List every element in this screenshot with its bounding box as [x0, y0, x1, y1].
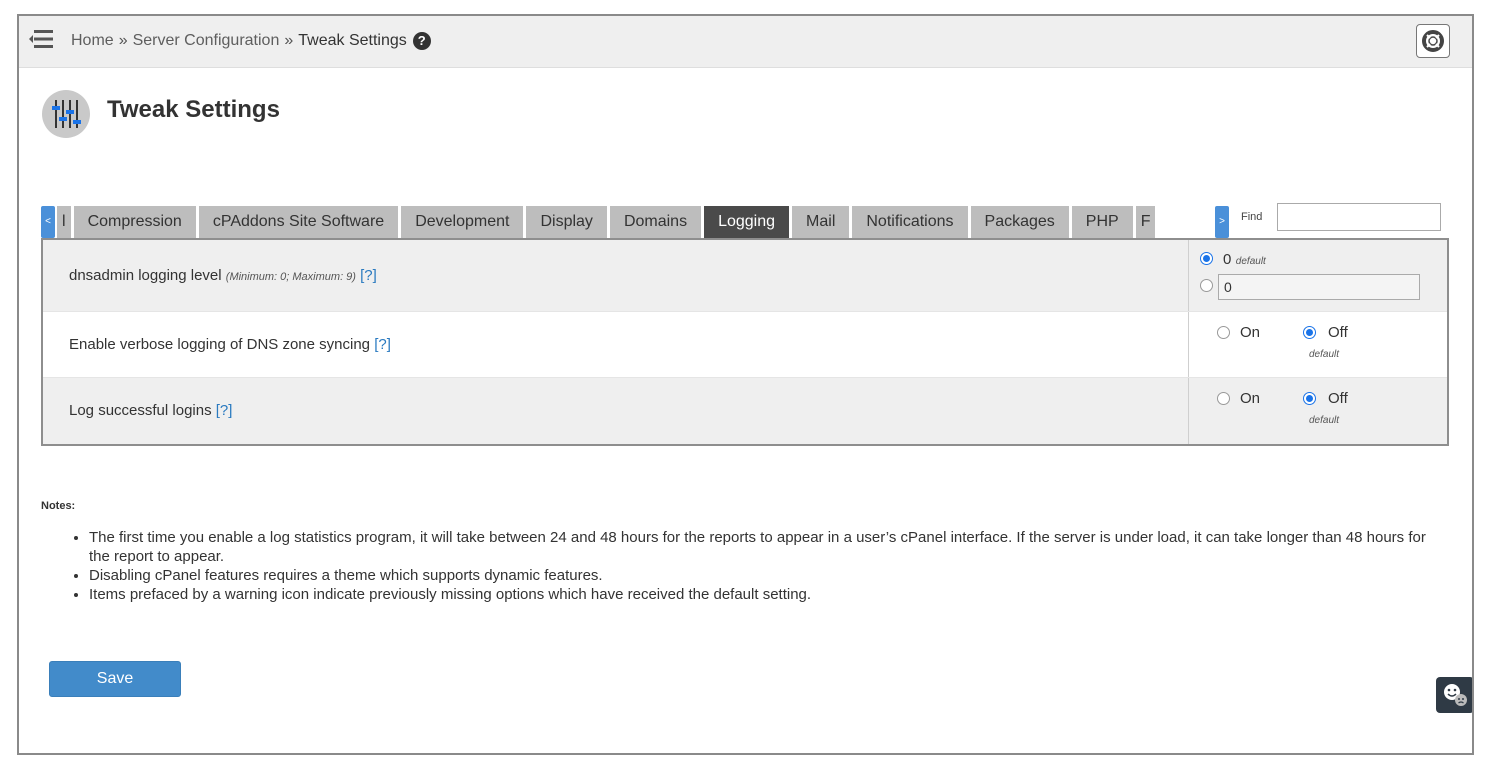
setting-label: Enable verbose logging of DNS zone synci…	[69, 336, 391, 353]
tab-scroll-right-button[interactable]: >	[1215, 206, 1229, 238]
breadcrumb-server-configuration-link[interactable]: Server Configuration	[133, 32, 280, 50]
tab-scroll-left-button[interactable]: <	[41, 206, 55, 238]
setting-help-link[interactable]: [?]	[374, 336, 391, 353]
setting-label: dnsadmin logging level (Minimum: 0; Maxi…	[69, 267, 377, 284]
default-tag: default	[1309, 415, 1340, 426]
default-value-label: 0	[1223, 251, 1232, 268]
off-label: Off	[1328, 324, 1348, 341]
save-button[interactable]: Save	[49, 661, 181, 697]
support-button[interactable]	[1416, 24, 1450, 58]
tab-notifications[interactable]: Notifications	[852, 206, 968, 238]
off-radio[interactable]	[1303, 392, 1316, 405]
find-label: Find	[1241, 211, 1263, 223]
app-window: Home » Server Configuration » Tweak Sett…	[17, 14, 1474, 755]
page-title: Tweak Settings	[107, 96, 280, 123]
off-radio[interactable]	[1303, 326, 1316, 339]
lifebuoy-icon	[1417, 30, 1451, 63]
on-label: On	[1240, 324, 1261, 341]
setting-name: Log successful logins	[69, 402, 212, 419]
notes-title: Notes:	[41, 500, 76, 512]
on-radio[interactable]	[1217, 326, 1230, 339]
setting-controls: On Off default	[1188, 312, 1449, 377]
on-label: On	[1240, 390, 1261, 407]
smiley-feedback-icon	[1436, 684, 1472, 717]
setting-name: Enable verbose logging of DNS zone synci…	[69, 336, 371, 353]
tab-domains[interactable]: Domains	[609, 206, 702, 238]
breadcrumb-current: Tweak Settings	[298, 32, 407, 49]
tab-logging[interactable]: Logging	[704, 206, 790, 238]
tab-compression[interactable]: Compression	[73, 206, 196, 238]
off-label: Off	[1328, 390, 1348, 407]
setting-row-dnsadmin-logging-level: dnsadmin logging level (Minimum: 0; Maxi…	[43, 240, 1447, 312]
default-tag: default	[1235, 256, 1266, 267]
setting-row-verbose-dns-logging: Enable verbose logging of DNS zone synci…	[43, 312, 1447, 378]
sliders-icon	[42, 90, 90, 138]
tab-development[interactable]: Development	[401, 206, 524, 238]
tab-cpaddons-site-software[interactable]: cPAddons Site Software	[198, 206, 399, 238]
setting-controls: 0 default	[1188, 240, 1449, 311]
note-item: Items prefaced by a warning icon indicat…	[89, 585, 1429, 604]
breadcrumb-home-link[interactable]: Home	[71, 32, 114, 50]
setting-row-log-successful-logins: Log successful logins [?] On Off default	[43, 378, 1447, 444]
tab-display[interactable]: Display	[526, 206, 607, 238]
tab-packages[interactable]: Packages	[970, 206, 1069, 238]
setting-hint: (Minimum: 0; Maximum: 9)	[225, 271, 356, 283]
feedback-button[interactable]	[1436, 677, 1472, 713]
setting-controls: On Off default	[1188, 378, 1449, 444]
find-input[interactable]	[1277, 203, 1441, 231]
setting-label: Log successful logins [?]	[69, 402, 232, 419]
default-tag: default	[1309, 349, 1340, 360]
note-item: Disabling cPanel features requires a the…	[89, 566, 1429, 585]
tab-bar: l Compression cPAddons Site Software Dev…	[57, 206, 1215, 238]
custom-value-input[interactable]	[1218, 274, 1420, 300]
tab-php[interactable]: PHP	[1071, 206, 1133, 238]
breadcrumb-separator: »	[284, 32, 294, 49]
note-item: The first time you enable a log statisti…	[89, 528, 1429, 566]
setting-name: dnsadmin logging level	[69, 267, 222, 284]
tab-partial-first[interactable]: l	[57, 206, 71, 238]
default-value-radio[interactable]	[1200, 252, 1213, 265]
setting-help-link[interactable]: [?]	[216, 402, 233, 419]
on-radio[interactable]	[1217, 392, 1230, 405]
setting-help-link[interactable]: [?]	[360, 267, 377, 284]
notes-list: The first time you enable a log statisti…	[89, 528, 1429, 604]
breadcrumb: Home » Server Configuration » Tweak Sett…	[71, 32, 431, 50]
top-bar: Home » Server Configuration » Tweak Sett…	[19, 16, 1472, 68]
custom-value-radio[interactable]	[1200, 279, 1213, 292]
help-icon[interactable]: ?	[412, 32, 431, 50]
settings-table: dnsadmin logging level (Minimum: 0; Maxi…	[41, 238, 1449, 446]
menu-collapse-icon[interactable]	[28, 28, 54, 50]
tab-partial-last[interactable]: F	[1135, 206, 1156, 238]
tab-mail[interactable]: Mail	[792, 206, 850, 238]
default-value-option: 0 default	[1223, 251, 1266, 269]
breadcrumb-separator: »	[118, 32, 128, 49]
